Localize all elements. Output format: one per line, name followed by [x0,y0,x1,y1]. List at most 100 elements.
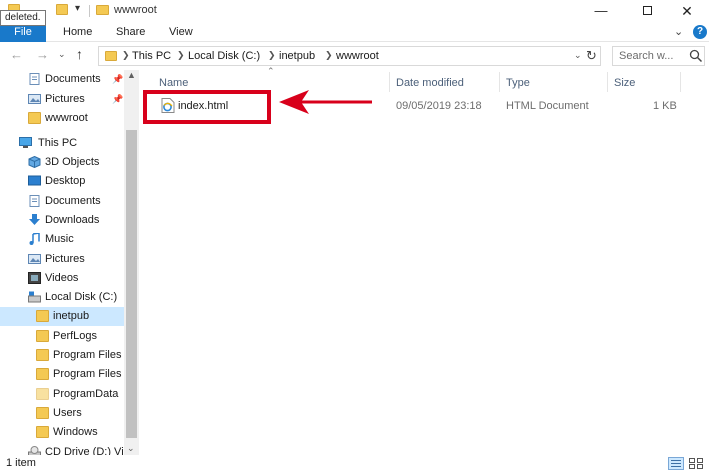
column-divider[interactable] [607,72,608,92]
computer-icon [19,137,32,148]
nav-item-pictures[interactable]: Pictures [0,250,124,269]
nav-item-downloads[interactable]: Downloads [0,211,124,230]
nav-item-local-disk[interactable]: Local Disk (C:) [0,288,124,307]
tab-view[interactable]: View [169,22,193,42]
pictures-icon [28,254,41,264]
up-arrow-icon[interactable]: ↑ [76,46,83,62]
nav-item-quick-pictures[interactable]: Pictures 📌 [0,90,124,109]
nav-item-label: Desktop [45,175,86,187]
pin-icon: 📌 [112,94,124,104]
breadcrumb-this-pc[interactable]: This PC [132,50,171,62]
nav-item-3d-objects[interactable]: 3D Objects [0,153,124,172]
file-list[interactable]: ⌃ Name Date modified Type Size index.htm… [139,66,709,455]
forward-arrow-icon[interactable]: → [36,47,49,62]
folder-icon [36,349,49,361]
nav-item-program-files-x86[interactable]: Program Files ( [0,365,124,384]
folder-icon [36,330,49,342]
chevron-right-icon[interactable]: ❯ [325,50,333,61]
folder-icon [36,368,49,380]
search-placeholder: Search w... [619,50,674,62]
nav-item-label: Downloads [45,214,100,226]
refresh-icon[interactable]: ↻ [586,48,597,64]
nav-item-users[interactable]: Users [0,404,124,423]
column-divider[interactable] [499,72,500,92]
documents-icon [29,195,40,207]
close-button[interactable]: ✕ [664,0,709,22]
navigation-scrollbar[interactable]: ▲ ⌄ [124,70,139,455]
column-header-date-modified[interactable]: Date modified [396,74,464,92]
details-view-lines [671,460,681,467]
status-bar: 1 item [0,455,709,472]
new-folder-icon[interactable] [56,4,68,15]
tooltip: deleted. [0,10,46,26]
chevron-right-icon[interactable]: ❯ [268,50,276,61]
tab-home[interactable]: Home [63,22,92,42]
customize-quick-access-icon[interactable]: ▾ [75,3,80,14]
expand-ribbon-icon[interactable]: ⌄ [674,25,683,38]
column-header-size[interactable]: Size [614,74,635,92]
recent-locations-icon[interactable]: ⌄ [58,49,66,60]
nav-item-label: wwwroot [45,112,88,124]
annotation-arrow-icon [279,90,372,114]
music-icon [29,233,40,245]
nav-item-desktop[interactable]: Desktop [0,172,124,191]
local-disk-icon [28,291,41,303]
ribbon-tabs: File Home Share View ⌄ ? [0,22,709,42]
nav-item-perflogs[interactable]: PerfLogs [0,327,124,346]
scroll-thumb[interactable] [126,130,137,438]
nav-item-documents[interactable]: Documents [0,192,124,211]
title-separator [89,5,90,17]
details-view-icon[interactable] [668,457,684,470]
nav-item-programdata[interactable]: ProgramData [0,385,124,404]
nav-item-label: Documents [45,73,101,85]
address-folder-icon [105,51,117,61]
file-size: 1 KB [653,100,677,112]
nav-item-videos[interactable]: Videos [0,269,124,288]
nav-item-quick-documents[interactable]: Documents 📌 [0,70,124,89]
tab-share[interactable]: Share [116,22,145,42]
nav-item-inetpub[interactable]: inetpub [0,307,124,326]
window-title: wwwroot [114,4,157,16]
navigation-pane[interactable]: Documents 📌 Pictures 📌 wwwroot This PC 3… [0,70,139,455]
nav-item-windows[interactable]: Windows [0,423,124,442]
chevron-right-icon[interactable]: ❯ [177,50,185,61]
window-folder-icon [96,5,109,15]
breadcrumb-wwwroot[interactable]: wwwroot [336,50,379,62]
nav-item-label: CD Drive (D:) Vir [45,446,124,455]
column-divider[interactable] [389,72,390,92]
breadcrumb-local-disk[interactable]: Local Disk (C:) [188,50,260,62]
nav-item-label: Documents [45,195,101,207]
column-header-type[interactable]: Type [506,74,530,92]
pictures-icon [28,94,41,104]
help-icon[interactable]: ? [693,25,707,39]
minimize-button[interactable]: — [578,0,624,22]
large-icons-view-icon[interactable] [688,457,704,470]
nav-item-program-files[interactable]: Program Files [0,346,124,365]
folder-icon [36,310,49,322]
sort-ascending-icon: ⌃ [267,66,275,76]
file-date-modified: 09/05/2019 23:18 [396,100,482,112]
nav-item-label: Local Disk (C:) [45,291,118,303]
address-bar[interactable]: ❯ This PC ❯ Local Disk (C:) ❯ inetpub ❯ … [98,46,601,66]
back-arrow-icon[interactable]: ← [10,47,23,62]
nav-item-label: Program Files [53,349,122,361]
nav-item-music[interactable]: Music [0,230,124,249]
nav-item-label: Videos [45,272,79,284]
nav-item-quick-wwwroot[interactable]: wwwroot [0,109,124,128]
nav-item-cd-drive[interactable]: CD Drive (D:) Vir [0,443,124,455]
breadcrumb-inetpub[interactable]: inetpub [279,50,315,62]
chevron-right-icon[interactable]: ❯ [122,50,130,61]
search-input[interactable]: Search w... [612,46,705,66]
nav-item-label: ProgramData [53,388,119,400]
nav-item-label: Windows [53,426,98,438]
address-dropdown-icon[interactable]: ⌄ [574,50,582,61]
pin-icon: 📌 [112,74,124,84]
folder-icon [36,388,49,400]
nav-item-label: This PC [38,137,78,149]
scroll-down-icon[interactable]: ⌄ [127,443,135,454]
nav-item-label: Pictures [45,93,85,105]
nav-item-this-pc[interactable]: This PC [0,134,124,153]
search-icon[interactable] [689,49,703,63]
scroll-up-icon[interactable]: ▲ [127,70,136,80]
column-divider[interactable] [680,72,681,92]
